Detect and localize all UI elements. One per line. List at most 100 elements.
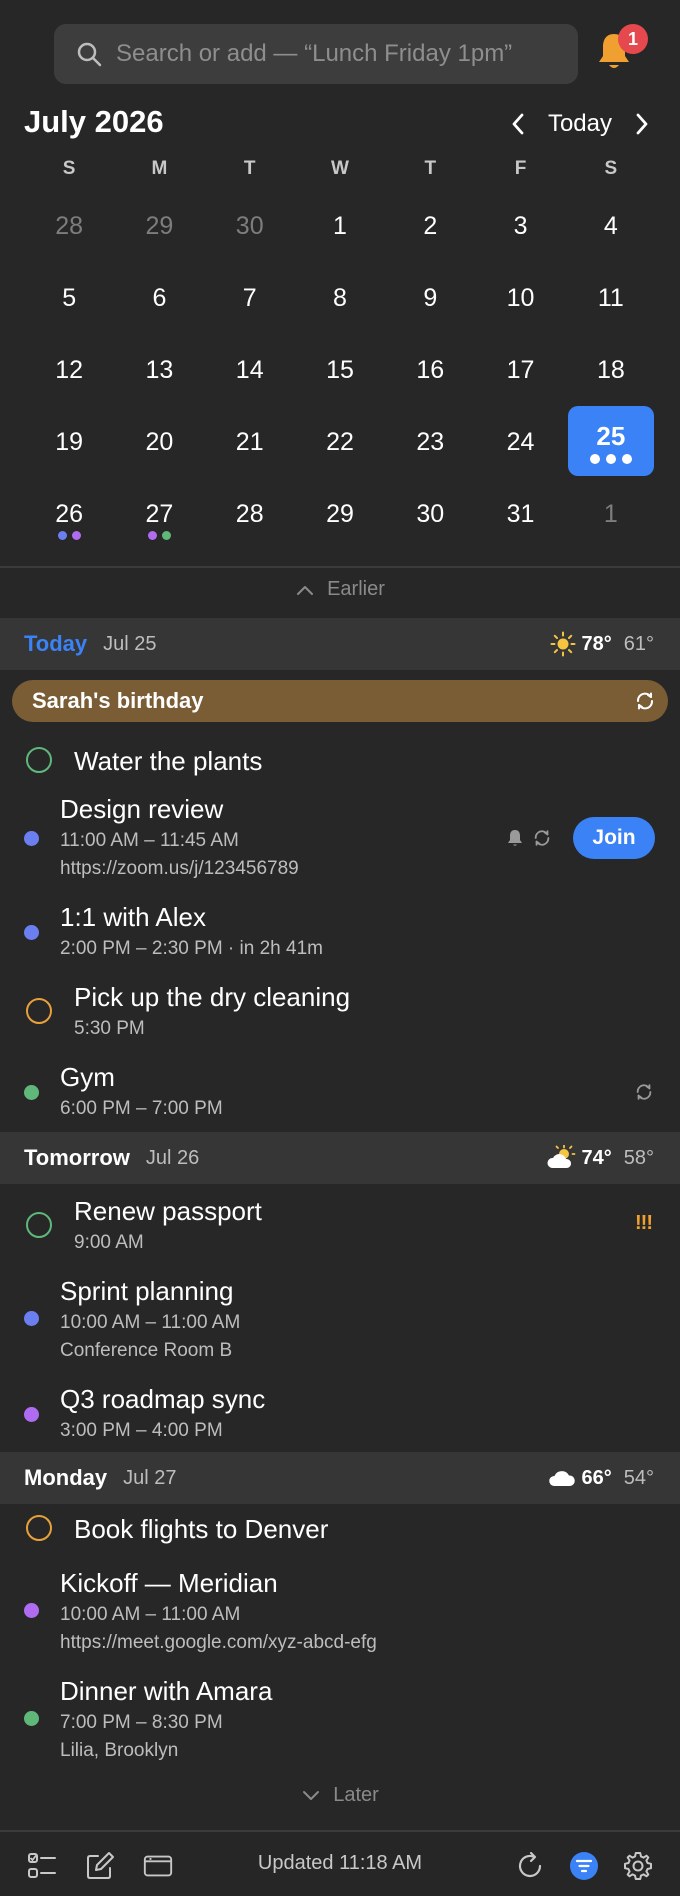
item-location: Lilia, Brooklyn [60,1740,179,1761]
calendar-day[interactable]: 21 [205,406,295,478]
item-time: 9:00 AM [74,1232,144,1253]
task-checkbox[interactable] [26,998,52,1024]
task-checkbox[interactable] [26,1212,52,1238]
item-title: Renew passport [74,1196,262,1226]
calendar-day[interactable]: 14 [205,334,295,406]
calendar-day[interactable]: 31 [475,478,565,550]
task-checkbox[interactable] [26,747,52,773]
item-title: Kickoff — Meridian [60,1568,278,1598]
temp-low: 54° [623,1466,654,1489]
chevron-left-icon[interactable] [506,109,530,139]
search-box[interactable] [54,24,578,84]
calendar-day[interactable]: 16 [385,334,475,406]
event-item[interactable]: Gym 6:00 PM – 7:00 PM [0,1060,680,1124]
day-number: 1 [333,211,347,240]
gear-icon[interactable] [622,1850,654,1882]
filter-icon[interactable] [568,1850,600,1882]
section-tomorrow: Tomorrow Jul 26 74° 58° [0,1132,680,1184]
day-number: 24 [506,427,535,456]
task-checkbox[interactable] [26,1515,52,1541]
calendar-day[interactable]: 11 [566,262,656,334]
calendar-day[interactable]: 28 [205,478,295,550]
calendar-day[interactable]: 29 [295,478,385,550]
calendar-day[interactable]: 23 [385,406,475,478]
item-title: Q3 roadmap sync [60,1384,266,1414]
event-dot [605,454,616,464]
calendar-day[interactable]: 9 [385,262,475,334]
join-button[interactable]: Join [573,817,655,859]
calendar-day[interactable]: 22 [295,406,385,478]
earlier-button[interactable]: Earlier [0,578,680,601]
birthday-banner[interactable]: Sarah's birthday [12,680,668,722]
calendar-day[interactable]: 12 [24,334,114,406]
calendar-day[interactable]: 4 [566,190,656,262]
event-item[interactable]: 1:1 with Alex 2:00 PM – 2:30 PM · in 2h … [0,900,680,964]
calendar-day[interactable]: 18 [566,334,656,406]
event-color-dot [24,925,39,940]
event-color-dot [24,1407,39,1422]
calendar-day-selected[interactable]: 25 [566,406,656,478]
task-item[interactable]: Book flights to Denver [0,1508,680,1556]
calendar-day[interactable]: 2 [385,190,475,262]
calendar-day[interactable]: 24 [475,406,565,478]
calendar-day[interactable]: 30 [205,190,295,262]
temp-high: 66° [581,1466,612,1489]
event-item[interactable]: Design review 11:00 AM – 11:45 AM https:… [0,792,680,884]
event-item[interactable]: Sprint planning 10:00 AM – 11:00 AM Conf… [0,1274,680,1366]
refresh-icon[interactable] [514,1850,546,1882]
calendar-day[interactable]: 30 [385,478,475,550]
event-dot [71,531,81,540]
item-title: 1:1 with Alex [60,902,206,932]
chevron-right-icon[interactable] [630,109,654,139]
item-link[interactable]: https://meet.google.com/xyz-abcd-efg [60,1632,377,1654]
calendar-day[interactable]: 19 [24,406,114,478]
event-dot [621,454,632,464]
calendar-day[interactable]: 8 [295,262,385,334]
event-color-dot [24,1311,39,1326]
day-number: 31 [506,499,535,528]
calendar-day[interactable]: 1 [566,478,656,550]
day-number: 30 [235,211,264,240]
day-number: 29 [326,499,354,528]
notification-badge: 1 [618,24,648,54]
day-number: 27 [145,499,174,528]
calendar-day[interactable]: 29 [114,190,204,262]
calendar-day[interactable]: 10 [475,262,565,334]
calendar-day[interactable]: 13 [114,334,204,406]
day-number: 9 [423,283,438,312]
event-item[interactable]: Dinner with Amara 7:00 PM – 8:30 PM Lili… [0,1674,680,1766]
later-button[interactable]: Later [0,1784,680,1807]
search-icon [74,39,104,69]
calendar-day[interactable]: 7 [205,262,295,334]
weather: 78° 61° [550,631,654,657]
weekday-label: S [62,158,76,179]
event-item[interactable]: Kickoff — Meridian 10:00 AM – 11:00 AM h… [0,1566,680,1658]
calendar-day[interactable]: 17 [475,334,565,406]
calendar-day[interactable]: 26 [24,478,114,550]
event-item[interactable]: Q3 roadmap sync 3:00 PM – 4:00 PM [0,1382,680,1446]
calendar-day[interactable]: 27 [114,478,204,550]
day-number: 14 [235,355,264,384]
calendar-day[interactable]: 20 [114,406,204,478]
task-item[interactable]: Water the plants [0,740,680,788]
item-title: Book flights to Denver [74,1514,329,1544]
day-number: 8 [333,283,347,312]
calendar-day[interactable]: 3 [475,190,565,262]
task-item[interactable]: Pick up the dry cleaning 5:30 PM [0,980,680,1044]
search-input[interactable] [116,40,556,68]
calendar-day[interactable]: 5 [24,262,114,334]
calendar-day[interactable]: 1 [295,190,385,262]
day-number: 5 [62,283,77,312]
item-location: Conference Room B [60,1340,233,1361]
day-number: 6 [152,283,167,312]
weather: 74° 58° [546,1145,654,1171]
today-button[interactable]: Today [548,110,612,138]
repeat-icon [534,830,550,846]
item-link[interactable]: https://zoom.us/j/123456789 [60,858,299,880]
earlier-label: Earlier [327,578,385,600]
weekday-label: S [604,158,618,179]
calendar-day[interactable]: 15 [295,334,385,406]
calendar-day[interactable]: 28 [24,190,114,262]
task-item[interactable]: Renew passport 9:00 AM !!! [0,1194,680,1258]
calendar-day[interactable]: 6 [114,262,204,334]
